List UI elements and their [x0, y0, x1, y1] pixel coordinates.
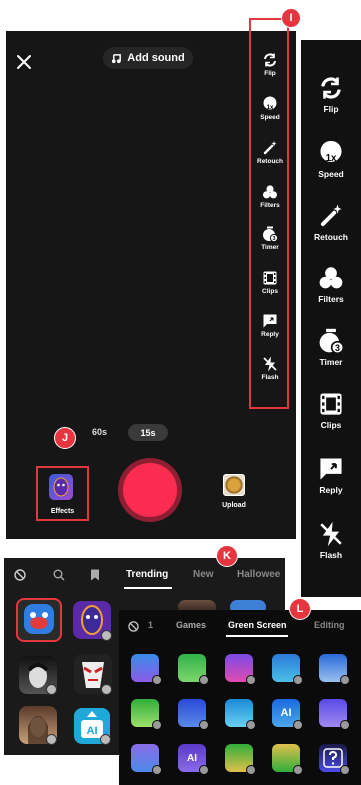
download-icon [46, 734, 57, 745]
filters-icon [319, 267, 343, 289]
download-icon [199, 765, 209, 775]
callout-j: J [54, 427, 76, 449]
tab-underline [226, 635, 288, 637]
search-icon[interactable] [53, 568, 65, 586]
wand-icon [320, 204, 342, 227]
flip-label: Flip [323, 104, 339, 114]
upload-button[interactable]: Upload [215, 474, 253, 518]
speed-icon: 1x [320, 140, 342, 164]
timer-label: Timer [319, 357, 343, 367]
flash-label: Flash [319, 550, 343, 560]
timer-icon: 3 [319, 328, 344, 354]
svg-text:3: 3 [335, 343, 340, 353]
effects-icon [49, 474, 73, 500]
download-icon [199, 675, 209, 685]
reply-label: Reply [319, 485, 343, 495]
reply-button-large[interactable]: Reply [301, 456, 361, 495]
download-icon [100, 734, 111, 745]
download-icon [101, 684, 112, 695]
timer-button-large[interactable]: 3 Timer [301, 328, 361, 367]
download-icon [340, 720, 350, 730]
flip-icon [321, 77, 341, 99]
filters-label: Filters [318, 294, 344, 304]
music-note-icon [112, 53, 122, 63]
retouch-label: Retouch [314, 232, 348, 242]
duration-15s[interactable]: 15s [128, 424, 168, 441]
tab-games[interactable]: Games [176, 620, 206, 630]
retouch-button-large[interactable]: Retouch [301, 203, 361, 242]
no-effect-icon[interactable] [14, 568, 26, 586]
tab-trending[interactable]: Trending [126, 569, 168, 580]
callout-l: L [289, 598, 311, 620]
reply-icon [320, 458, 342, 480]
tab-1[interactable]: 1 [148, 620, 153, 630]
upload-label: Upload [222, 502, 246, 509]
download-icon [246, 675, 256, 685]
clips-label: Clips [320, 420, 342, 430]
filters-button-large[interactable]: Filters [301, 265, 361, 304]
download-icon [293, 720, 303, 730]
download-icon [340, 675, 350, 685]
download-icon [199, 720, 209, 730]
add-sound-label: Add sound [127, 52, 185, 64]
close-icon[interactable] [14, 52, 34, 72]
callout-i: I [281, 8, 301, 28]
speed-button-large[interactable]: 1x Speed [301, 140, 361, 179]
add-sound-button[interactable]: Add sound [103, 47, 193, 69]
clips-icon [320, 393, 342, 415]
clips-button-large[interactable]: Clips [301, 391, 361, 430]
flip-button-large[interactable]: Flip [301, 75, 361, 114]
callout-k: K [216, 545, 238, 567]
tab-underline [124, 587, 172, 589]
bookmark-icon[interactable] [90, 568, 100, 586]
side-toolbar-highlight [249, 18, 289, 409]
download-icon [246, 720, 256, 730]
download-icon [293, 675, 303, 685]
effect-tile-selected[interactable] [16, 598, 62, 642]
download-icon [46, 684, 57, 695]
download-icon [152, 765, 162, 775]
side-toolbar-enlarged [301, 40, 361, 597]
speed-label: Speed [318, 169, 344, 179]
flash-off-icon [320, 521, 342, 547]
duration-60s[interactable]: 60s [92, 427, 107, 437]
ai-label: AI [87, 725, 98, 737]
record-button[interactable] [118, 458, 182, 522]
svg-text:1x: 1x [326, 153, 337, 164]
effects-label: Effects [50, 508, 75, 515]
tab-editing[interactable]: Editing [314, 620, 345, 630]
download-icon [152, 720, 162, 730]
tab-new[interactable]: New [193, 569, 214, 580]
download-icon [246, 765, 256, 775]
download-icon [152, 675, 162, 685]
download-icon [293, 765, 303, 775]
tab-green-screen[interactable]: Green Screen [228, 620, 287, 630]
download-icon [340, 765, 350, 775]
upload-thumbnail [223, 474, 245, 496]
flash-button-large[interactable]: Flash [301, 521, 361, 560]
tab-halloween[interactable]: Hallowee [237, 569, 280, 580]
download-icon [101, 630, 112, 641]
no-effect-icon[interactable] [128, 619, 139, 637]
